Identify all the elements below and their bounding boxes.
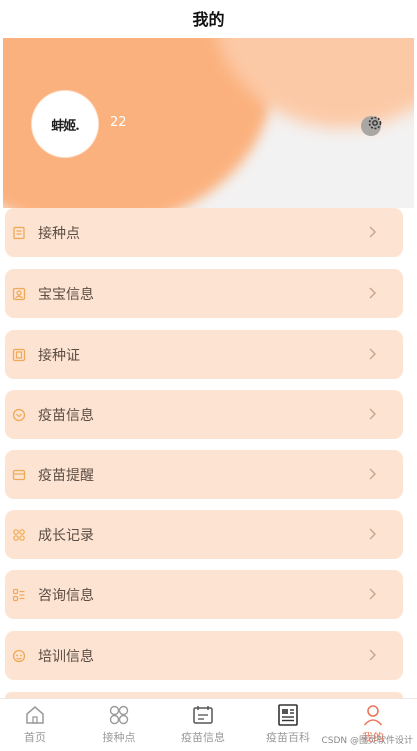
menu-item-training-info[interactable]: 培训信息 (5, 631, 403, 680)
consult-icon (12, 588, 25, 601)
news-icon (278, 704, 298, 726)
tab-home[interactable]: 首页 (0, 703, 70, 749)
id-card-icon (12, 287, 26, 300)
tab-label: 接种点 (102, 731, 136, 744)
watermark: CSDN @图灵软件设计 (321, 736, 413, 746)
chevron-right-icon (369, 649, 376, 661)
tab-label: 疫苗信息 (181, 731, 225, 744)
reminder-icon (12, 469, 26, 480)
chevron-right-icon (369, 226, 376, 238)
menu-item-vaccination-certificate[interactable]: 接种证 (5, 330, 403, 379)
menu-item-vaccination-site[interactable]: 接种点 (5, 208, 403, 257)
chevron-right-icon (369, 468, 376, 480)
menu-item-vaccine-reminder[interactable]: 疫苗提醒 (5, 450, 403, 499)
avatar-text: 蚌姬. (51, 118, 80, 134)
menu-item-baby-info[interactable]: 宝宝信息 (5, 269, 403, 318)
menu-item-growth-record[interactable]: 成长记录 (5, 510, 403, 559)
chevron-right-icon (369, 408, 376, 420)
username[interactable]: 22 (110, 115, 127, 130)
menu-item-label: 接种证 (38, 347, 80, 364)
profile-header: 蚌姬. 22 (3, 38, 414, 208)
chevron-right-icon (369, 528, 376, 540)
growth-icon (13, 528, 25, 541)
settings-gear-icon[interactable] (361, 114, 385, 138)
chevron-right-icon (369, 588, 376, 600)
menu-item-label: 培训信息 (38, 648, 94, 665)
tab-vaccination-site[interactable]: 接种点 (84, 703, 154, 749)
menu-item-label: 成长记录 (38, 527, 94, 544)
tab-label: 疫苗百科 (266, 731, 310, 744)
tab-vaccine-encyclopedia[interactable]: 疫苗百科 (253, 703, 323, 749)
menu-item-label: 接种点 (38, 225, 80, 242)
page-title: 我的 (192, 10, 225, 29)
top-bar: 我的 (0, 0, 417, 36)
tab-label: 首页 (24, 731, 46, 744)
info-circle-icon (12, 408, 26, 421)
chevron-right-icon (369, 287, 376, 299)
menu-item-vaccine-info[interactable]: 疫苗信息 (5, 390, 403, 439)
menu-item-label: 疫苗信息 (38, 407, 94, 424)
grid-icon (109, 705, 129, 725)
home-icon (26, 706, 44, 724)
chevron-right-icon (369, 348, 376, 360)
menu-item-consultation-info[interactable]: 咨询信息 (5, 570, 403, 619)
training-icon (12, 649, 26, 662)
menu-item-label: 宝宝信息 (38, 286, 94, 303)
tab-vaccine-info[interactable]: 疫苗信息 (168, 703, 238, 749)
avatar[interactable]: 蚌姬. (32, 91, 98, 157)
certificate-icon (12, 348, 26, 361)
list-icon (13, 226, 25, 239)
menu-item-label: 咨询信息 (38, 587, 94, 604)
user-icon (363, 705, 383, 726)
menu-item-label: 疫苗提醒 (38, 467, 94, 484)
calendar-icon (193, 706, 213, 724)
